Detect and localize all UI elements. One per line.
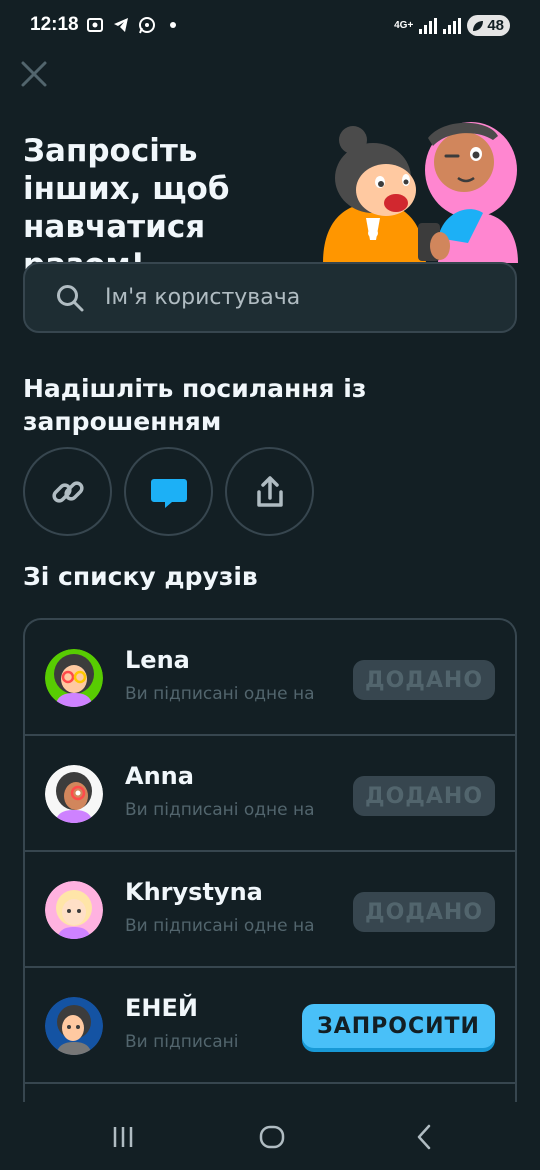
share-icon [256, 475, 283, 507]
friend-name: ЕНЕЙ [125, 994, 198, 1022]
link-icon [51, 480, 84, 503]
signal-icon [419, 17, 438, 34]
avatar-lena [45, 649, 103, 707]
back-icon[interactable] [410, 1122, 440, 1152]
share-buttons-row [23, 447, 314, 536]
battery-level: 48 [487, 17, 504, 34]
share-link-title: Надішліть посилання із запрошенням [23, 374, 367, 436]
screenshot-icon [87, 18, 103, 32]
telegram-icon [114, 18, 128, 32]
leaf-icon [473, 20, 484, 31]
recent-apps-icon[interactable] [108, 1122, 138, 1152]
friend-name: Lena [125, 646, 190, 674]
added-button[interactable]: ДОДАНО [353, 660, 495, 700]
friend-row-khrystyna[interactable]: Khrystyna Ви підписані одне на ДОДАНО [25, 852, 515, 968]
avatar-anna [45, 765, 103, 823]
close-button[interactable] [20, 60, 48, 88]
added-button[interactable]: ДОДАНО [353, 776, 495, 816]
dot-icon [170, 22, 176, 28]
whatsapp-icon [139, 17, 155, 34]
notification-icons [86, 16, 182, 34]
friend-status: Ви підписані одне на [125, 684, 315, 704]
friend-row-eney[interactable]: ЕНЕЙ Ви підписані ЗАПРОСИТИ [25, 968, 515, 1084]
friend-row-anna[interactable]: Anna Ви підписані одне на ДОДАНО [25, 736, 515, 852]
avatar-khrystyna [45, 881, 103, 939]
friend-status: Ви підписані [125, 1032, 239, 1052]
home-icon[interactable] [257, 1122, 287, 1152]
status-time: 12:18 [30, 14, 79, 35]
share-button[interactable] [225, 447, 314, 536]
copy-link-button[interactable] [23, 447, 112, 536]
close-icon [21, 61, 47, 87]
friend-row-lena[interactable]: Lena Ви підписані одне на ДОДАНО [25, 620, 515, 736]
friends-section-title: Зі списку друзів [23, 562, 258, 591]
search-icon [57, 284, 84, 311]
friends-list: Lena Ви підписані одне на ДОДАНО Anna Ви… [23, 618, 517, 1118]
username-search-input[interactable] [105, 285, 485, 310]
friend-name: Khrystyna [125, 878, 263, 906]
signal-icon-2 [443, 17, 462, 34]
battery-indicator: 48 [467, 15, 510, 36]
message-icon [150, 478, 187, 508]
status-bar: 12:18 4G+ 48 [0, 0, 540, 54]
friend-status: Ви підписані одне на [125, 916, 315, 936]
search-box[interactable] [23, 262, 517, 333]
system-nav-bar [0, 1102, 540, 1170]
friends-illustration [323, 122, 518, 263]
invite-button[interactable]: ЗАПРОСИТИ [302, 1004, 495, 1048]
friend-status: Ви підписані одне на [125, 800, 315, 820]
added-button[interactable]: ДОДАНО [353, 892, 495, 932]
status-right: 4G+ 48 [394, 15, 510, 36]
friend-name: Anna [125, 762, 194, 790]
network-type: 4G+ [394, 19, 414, 31]
message-share-button[interactable] [124, 447, 213, 536]
avatar-eney [45, 997, 103, 1055]
